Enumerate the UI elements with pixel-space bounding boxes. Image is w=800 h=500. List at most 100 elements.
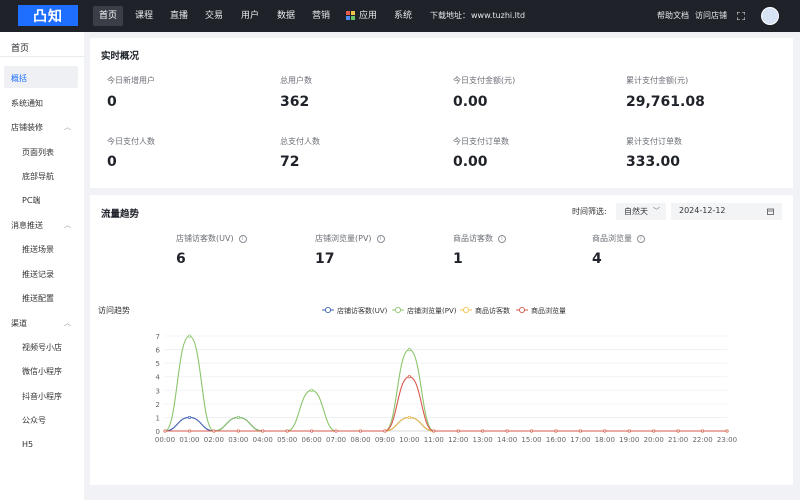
legend-marker (324, 306, 332, 314)
data-point[interactable] (163, 429, 167, 433)
nav-users[interactable]: 用户 (241, 6, 259, 26)
data-point[interactable] (652, 429, 656, 433)
chart-title: 访问趋势 (98, 305, 130, 315)
sidebar-item-h5[interactable]: H5 (22, 440, 33, 449)
sidebar-item-overview[interactable]: 概括 (11, 73, 27, 84)
metric-value: 4 (592, 251, 602, 267)
stat-value: 362 (280, 94, 310, 110)
data-point[interactable] (603, 429, 607, 433)
stat-label: 今日支付人数 (107, 137, 155, 146)
sidebar-item-push-config[interactable]: 推送配置 (22, 293, 54, 304)
nav-live[interactable]: 直播 (170, 6, 188, 26)
sidebar-item-douyin-mini[interactable]: 抖音小程序 (22, 391, 62, 402)
data-point[interactable] (212, 429, 216, 433)
info-icon[interactable]: i (637, 234, 645, 243)
time-filter-select[interactable]: 自然天 ﹀ (616, 203, 666, 220)
x-tick-label: 13:00 (473, 436, 493, 444)
user-avatar[interactable] (761, 7, 779, 25)
info-icon[interactable]: i (238, 234, 247, 243)
data-point[interactable] (383, 429, 387, 433)
chevron-up-icon[interactable]: ︿ (64, 122, 71, 132)
download-label: 下载地址： (430, 11, 470, 20)
x-tick-label: 15:00 (521, 436, 541, 444)
visit-trend-chart: 访问趋势 店铺访客数(UV) 店铺浏览量(PV) 商品访客数 商品浏览量 00:00 0… (98, 305, 737, 444)
data-point[interactable] (407, 415, 411, 419)
stat-label: 累计支付金额(元) (626, 76, 689, 85)
sidebar-item-pc[interactable]: PC端 (22, 195, 40, 206)
data-point[interactable] (334, 429, 338, 433)
data-point[interactable] (236, 429, 240, 433)
data-point[interactable] (310, 388, 314, 392)
brand-logo[interactable]: 凸知 (18, 5, 78, 26)
nav-system[interactable]: 系统 (394, 6, 412, 26)
data-point[interactable] (481, 429, 485, 433)
data-point[interactable] (627, 429, 631, 433)
nav-home[interactable]: 首页 (93, 6, 124, 26)
metric-label: 商品访客数 i (453, 233, 506, 244)
overview-title: 实时概况 (101, 51, 140, 62)
data-point[interactable] (310, 429, 314, 433)
data-point[interactable] (358, 429, 363, 433)
chevron-up-icon[interactable]: ︿ (64, 318, 71, 328)
legend-marker (462, 306, 470, 314)
sidebar-item-wechat-mini[interactable]: 微信小程序 (22, 366, 62, 377)
nav-courses[interactable]: 课程 (135, 6, 153, 26)
x-tick-label: 09:00 (375, 436, 395, 444)
data-point[interactable] (529, 429, 534, 433)
x-tick-label: 18:00 (595, 436, 615, 444)
sidebar-item-push[interactable]: 消息推送 (11, 220, 43, 231)
x-tick-label: 06:00 (302, 436, 322, 444)
stat-value: 0.00 (453, 154, 488, 170)
sidebar-item-official-account[interactable]: 公众号 (22, 415, 46, 426)
data-point[interactable] (676, 429, 680, 433)
x-tick-label: 19:00 (619, 436, 639, 444)
stat-label: 总用户数 (280, 76, 312, 85)
info-icon[interactable]: i (376, 234, 385, 243)
date-picker[interactable]: 2024-12-12 (671, 203, 782, 220)
data-point[interactable] (701, 429, 705, 433)
data-point[interactable] (285, 429, 289, 433)
info-icon[interactable]: i (498, 234, 506, 243)
data-point[interactable] (432, 429, 436, 433)
sidebar-item-channels[interactable]: 渠道 (11, 318, 27, 329)
legend-item[interactable]: 店铺浏览量(PV) (392, 306, 457, 315)
data-point[interactable] (187, 334, 191, 338)
data-point[interactable] (187, 415, 191, 419)
sidebar-item-notifications[interactable]: 系统通知 (11, 98, 43, 109)
stat-label: 今日支付订单数 (453, 137, 509, 146)
legend-label: 商品浏览量 (531, 306, 566, 315)
data-point[interactable] (407, 375, 411, 379)
data-point[interactable] (261, 429, 265, 433)
nav-trade[interactable]: 交易 (205, 6, 223, 26)
data-point[interactable] (505, 429, 509, 433)
sidebar-item-page-list[interactable]: 页面列表 (22, 147, 54, 158)
sidebar-item-push-records[interactable]: 推送记录 (22, 269, 54, 280)
help-docs-link[interactable]: 帮助文档 (657, 6, 689, 26)
x-tick-label: 17:00 (570, 436, 590, 444)
sidebar-item-push-scenes[interactable]: 推送场景 (22, 244, 54, 255)
sidebar-item-store-decor[interactable]: 店铺装修 (11, 122, 43, 133)
data-point[interactable] (725, 429, 729, 433)
data-point[interactable] (554, 429, 558, 433)
download-url[interactable]: www.tuzhi.ltd (471, 6, 525, 26)
chevron-up-icon[interactable]: ︿ (64, 220, 71, 230)
nav-marketing[interactable]: 营销 (312, 6, 330, 26)
x-tick-label: 20:00 (644, 436, 664, 444)
legend-marker (518, 306, 526, 314)
fullscreen-icon[interactable] (737, 12, 745, 20)
nav-apps[interactable]: 应用 (359, 6, 377, 26)
legend-item[interactable]: 商品访客数 (460, 306, 510, 315)
time-filter-label: 时间筛选: (572, 207, 607, 216)
data-point[interactable] (578, 429, 582, 433)
data-point[interactable] (456, 429, 460, 433)
stat-label: 累计支付订单数 (626, 137, 682, 146)
sidebar-item-bottom-nav[interactable]: 底部导航 (22, 171, 54, 182)
legend-item[interactable]: 商品浏览量 (516, 306, 566, 315)
visit-store-link[interactable]: 访问店铺 (695, 6, 727, 26)
data-point[interactable] (407, 348, 411, 352)
data-point[interactable] (187, 429, 191, 433)
legend-item[interactable]: 店铺访客数(UV) (322, 306, 388, 315)
nav-data[interactable]: 数据 (277, 6, 295, 26)
data-point[interactable] (236, 415, 240, 419)
sidebar-item-video-shop[interactable]: 视频号小店 (22, 342, 62, 353)
